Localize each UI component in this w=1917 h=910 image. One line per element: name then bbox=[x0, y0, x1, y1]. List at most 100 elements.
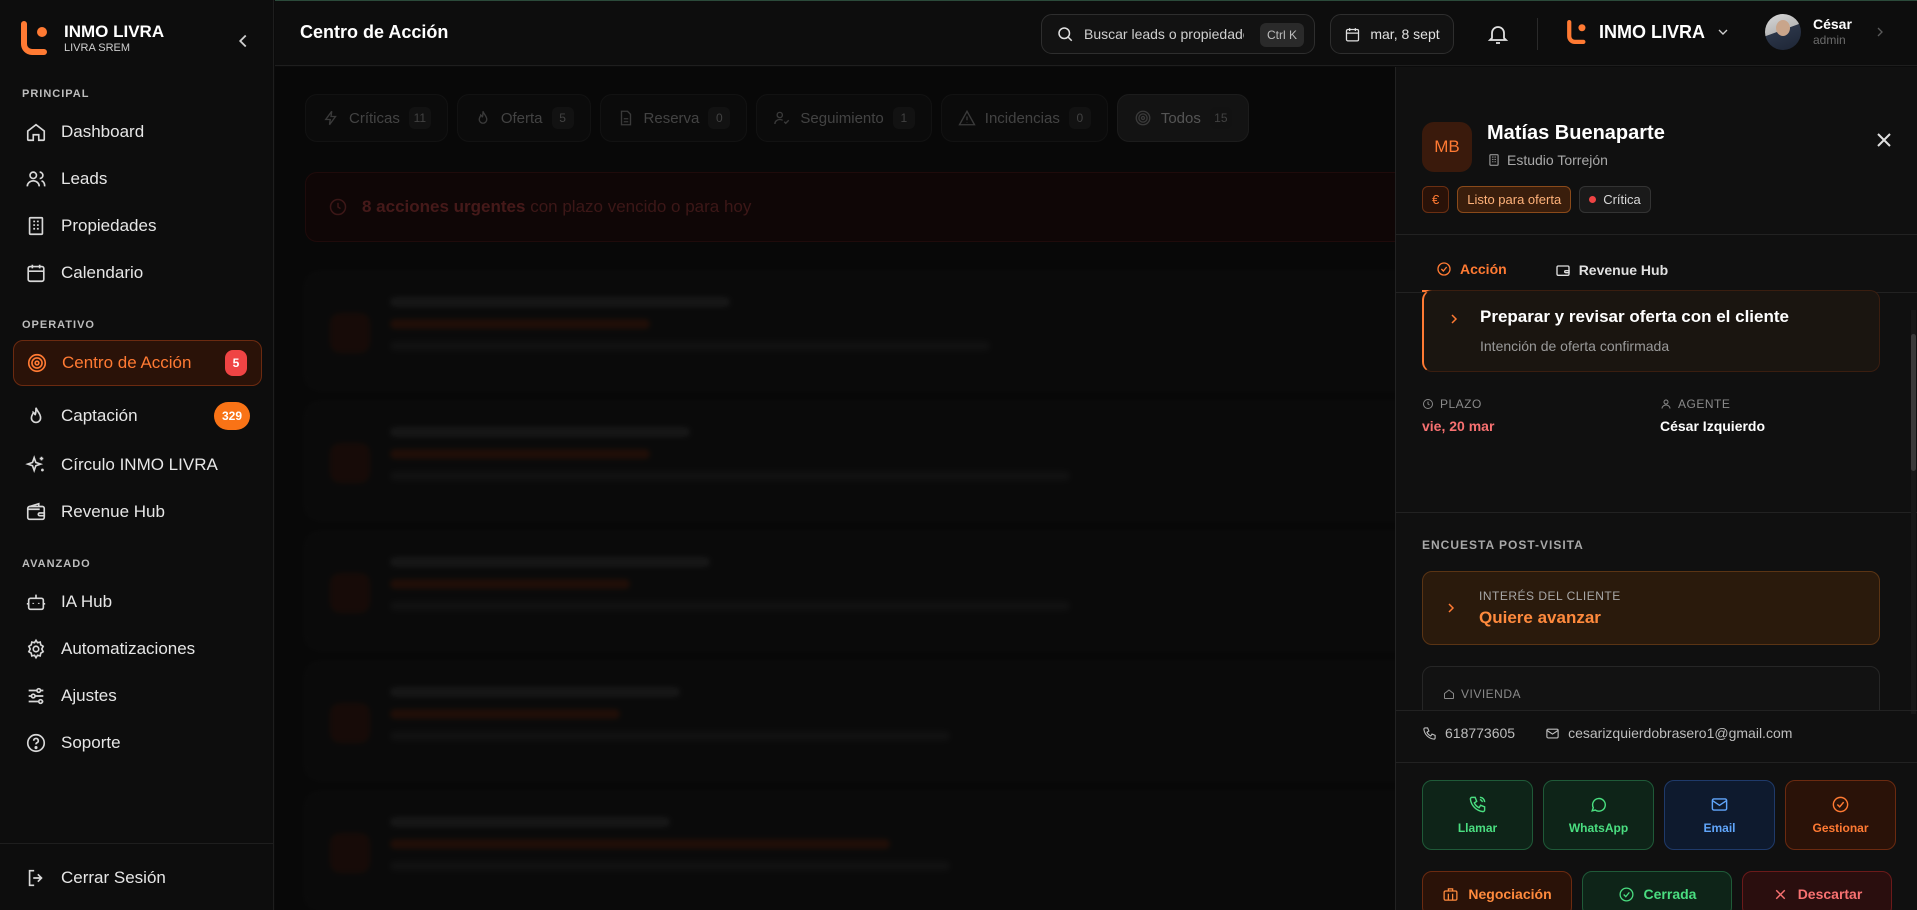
org-switcher[interactable]: INMO LIVRA bbox=[1565, 18, 1731, 46]
agent-value: César Izquierdo bbox=[1660, 418, 1766, 434]
filter-count: 15 bbox=[1209, 107, 1232, 129]
list-item[interactable] bbox=[305, 532, 1395, 650]
search-placeholder: Buscar leads o propiedades bbox=[1084, 26, 1244, 42]
close-icon[interactable] bbox=[1872, 128, 1896, 152]
priority-dot bbox=[1589, 196, 1597, 203]
filter-incidencias[interactable]: Incidencias 0 bbox=[940, 94, 1108, 142]
email-label: Email bbox=[1703, 821, 1736, 835]
filter-oferta[interactable]: Oferta 5 bbox=[456, 94, 591, 142]
sidebar-item-calendario[interactable]: Calendario bbox=[13, 250, 262, 296]
list-item[interactable] bbox=[305, 662, 1395, 780]
status-badge: Listo para oferta bbox=[1457, 186, 1572, 213]
sidebar-item-label: Círculo INMO LIVRA bbox=[61, 455, 218, 474]
brand-logo-icon bbox=[21, 21, 47, 55]
app-window: INMO LIVRA LIVRA SREM PRINCIPAL Dashboar… bbox=[0, 0, 1917, 910]
date-button[interactable]: mar, 8 sept bbox=[1330, 14, 1454, 54]
email[interactable]: cesarizquierdobrasero1@gmail.com bbox=[1545, 725, 1792, 741]
scrollbar-thumb[interactable] bbox=[1911, 334, 1916, 471]
user-role: admin bbox=[1813, 33, 1846, 47]
sidebar-item-ajustes[interactable]: Ajustes bbox=[13, 673, 262, 719]
search-input[interactable]: Buscar leads o propiedades Ctrl K bbox=[1041, 14, 1315, 54]
chevron-down-icon bbox=[1718, 29, 1728, 35]
warning-icon bbox=[958, 109, 976, 126]
sidebar-item-propiedades[interactable]: Propiedades bbox=[13, 203, 262, 249]
sidebar-item-label: Revenue Hub bbox=[61, 502, 165, 521]
divider bbox=[1396, 762, 1917, 763]
lead-name: Matías Buenaparte bbox=[1487, 122, 1665, 144]
sidebar-item-dashboard[interactable]: Dashboard bbox=[13, 109, 262, 155]
priority-badge: Crítica bbox=[1579, 186, 1651, 213]
whatsapp-label: WhatsApp bbox=[1568, 821, 1629, 835]
check-circle-icon bbox=[1619, 886, 1634, 902]
sliders-icon bbox=[28, 687, 44, 705]
sidebar-item-leads[interactable]: Leads bbox=[13, 156, 262, 202]
list-item[interactable] bbox=[305, 272, 1395, 390]
divider bbox=[1396, 512, 1917, 513]
urgent-count: 8 acciones urgentes bbox=[362, 197, 526, 216]
interest-label: INTERÉS DEL CLIENTE bbox=[1479, 589, 1621, 603]
sidebar-item-label: Propiedades bbox=[61, 216, 157, 235]
phone[interactable]: 618773605 bbox=[1422, 725, 1515, 741]
closed-button[interactable]: Cerrada bbox=[1582, 871, 1732, 910]
phone-number: 618773605 bbox=[1445, 725, 1516, 741]
filter-label: Seguimiento bbox=[800, 109, 884, 127]
scrollbar[interactable] bbox=[1911, 310, 1916, 714]
call-button[interactable]: Llamar bbox=[1422, 780, 1533, 850]
filter-todos[interactable]: Todos 15 bbox=[1116, 94, 1249, 142]
whatsapp-button[interactable]: WhatsApp bbox=[1543, 780, 1654, 850]
flame-icon bbox=[478, 111, 488, 124]
chevron-left-icon[interactable] bbox=[232, 30, 254, 52]
topbar: Centro de Acción Buscar leads o propieda… bbox=[275, 0, 1917, 66]
discard-button[interactable]: Descartar bbox=[1742, 871, 1892, 910]
list-item[interactable] bbox=[305, 402, 1395, 520]
brand[interactable]: INMO LIVRA LIVRA SREM bbox=[18, 20, 164, 56]
sidebar-item-centro-de-accion[interactable]: Centro de Acción 5 bbox=[13, 340, 262, 386]
sidebar-item-label: Dashboard bbox=[61, 122, 145, 141]
interest-value: Quiere avanzar bbox=[1479, 608, 1601, 627]
filter-seguimiento[interactable]: Seguimiento 1 bbox=[756, 94, 932, 142]
tab-label: Acción bbox=[1460, 260, 1507, 277]
calendar-icon bbox=[1346, 27, 1360, 42]
urgent-text: con plazo vencido o para hoy bbox=[530, 197, 752, 216]
section-operativo: OPERATIVO bbox=[22, 319, 95, 331]
search-shortcut: Ctrl K bbox=[1260, 23, 1304, 47]
sidebar-item-captacion[interactable]: Captación 329 bbox=[13, 393, 262, 439]
sidebar-item-soporte[interactable]: Soporte bbox=[13, 720, 262, 766]
filter-criticas[interactable]: Críticas 11 bbox=[305, 94, 448, 142]
manage-button[interactable]: Gestionar bbox=[1785, 780, 1896, 850]
bolt-icon bbox=[324, 110, 337, 126]
filter-label: Reserva bbox=[643, 109, 700, 127]
user-menu[interactable]: César admin bbox=[1765, 14, 1888, 50]
filter-bar: Críticas 11 Oferta 5 Reserva 0 Seguimien… bbox=[305, 94, 1249, 142]
gear-icon bbox=[27, 638, 45, 660]
logout-button[interactable]: Cerrar Sesión bbox=[13, 855, 262, 901]
bell-icon[interactable] bbox=[1486, 22, 1510, 46]
wallet-icon bbox=[26, 502, 46, 521]
close-icon bbox=[1775, 889, 1785, 899]
sidebar-item-label: Leads bbox=[61, 169, 108, 188]
lead-tags: € Listo para oferta Crítica bbox=[1422, 186, 1651, 213]
sidebar-item-ia-hub[interactable]: IA Hub bbox=[13, 579, 262, 625]
divider bbox=[1396, 234, 1917, 235]
list-item[interactable] bbox=[305, 792, 1395, 910]
priority-label: Crítica bbox=[1603, 192, 1641, 207]
mail-icon bbox=[1711, 798, 1728, 811]
building-icon bbox=[1489, 154, 1499, 166]
panel-scroll-area[interactable]: Preparar y revisar oferta con el cliente… bbox=[1396, 284, 1917, 710]
filter-reserva[interactable]: Reserva 0 bbox=[599, 94, 748, 142]
user-name: César bbox=[1813, 16, 1852, 32]
sidebar-item-circulo[interactable]: Círculo INMO LIVRA bbox=[13, 442, 262, 488]
home-icon bbox=[1444, 689, 1454, 699]
deadline-label: PLAZO bbox=[1422, 397, 1482, 411]
brand-logo-icon bbox=[1567, 20, 1586, 44]
sidebar-item-label: IA Hub bbox=[61, 592, 113, 611]
negotiation-button[interactable]: Negociación bbox=[1422, 871, 1572, 910]
email-button[interactable]: Email bbox=[1664, 780, 1775, 850]
filter-count: 11 bbox=[408, 107, 431, 129]
sidebar-item-automatizaciones[interactable]: Automatizaciones bbox=[13, 626, 262, 672]
agent-label: AGENTE bbox=[1660, 397, 1730, 411]
section-avanzado: AVANZADO bbox=[22, 558, 91, 570]
sidebar-item-revenue-hub[interactable]: Revenue Hub bbox=[13, 489, 262, 535]
client-interest-card[interactable]: INTERÉS DEL CLIENTE Quiere avanzar bbox=[1422, 571, 1880, 645]
next-action-card[interactable]: Preparar y revisar oferta con el cliente… bbox=[1422, 290, 1880, 372]
